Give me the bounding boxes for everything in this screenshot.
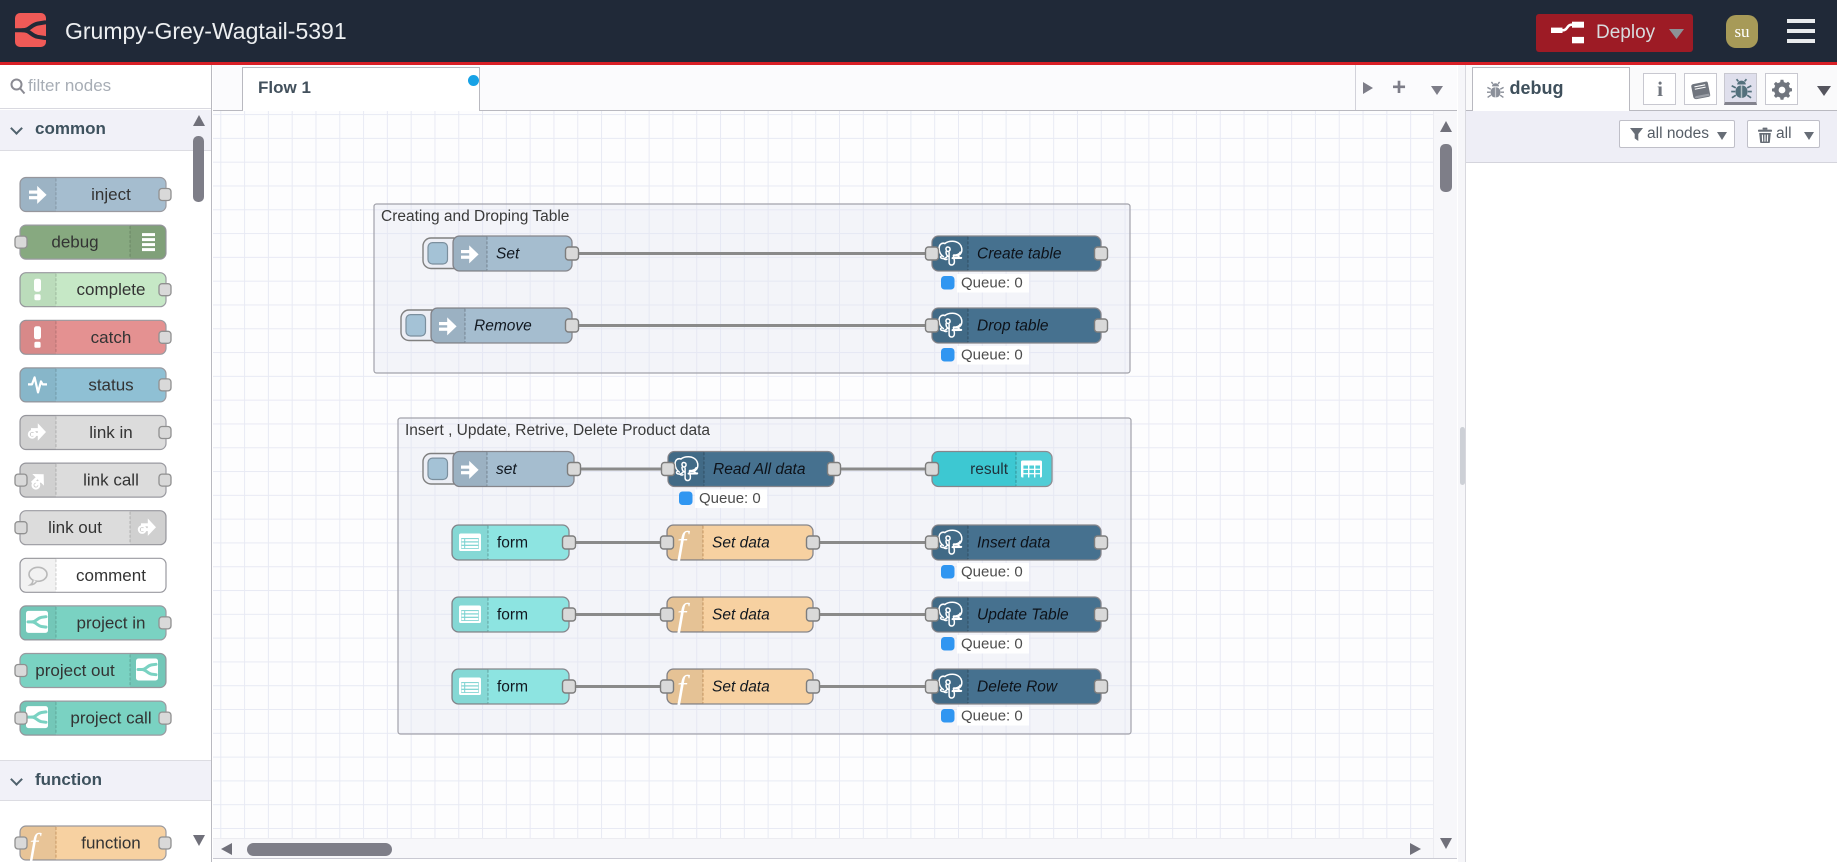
svg-text:status: status — [88, 375, 133, 394]
svg-text:set: set — [496, 461, 517, 478]
svg-text:form: form — [497, 679, 528, 696]
svg-text:project out: project out — [35, 661, 115, 680]
svg-text:form: form — [497, 607, 528, 624]
svg-text:Queue: 0: Queue: 0 — [961, 564, 1023, 581]
svg-text:Insert data: Insert data — [977, 535, 1051, 552]
svg-text:link out: link out — [48, 518, 102, 537]
svg-text:i: i — [1657, 79, 1663, 101]
svg-text:complete: complete — [77, 280, 146, 299]
svg-text:result: result — [970, 461, 1009, 478]
svg-text:catch: catch — [91, 328, 132, 347]
svg-text:Creating and Droping Table: Creating and Droping Table — [381, 208, 569, 225]
svg-text:debug: debug — [51, 233, 98, 252]
svg-text:form: form — [497, 535, 528, 552]
svg-text:Create table: Create table — [977, 246, 1062, 263]
svg-text:project call: project call — [70, 709, 151, 728]
svg-text:Set data: Set data — [712, 535, 770, 552]
svg-text:Queue: 0: Queue: 0 — [961, 347, 1023, 364]
svg-text:Update Table: Update Table — [977, 607, 1069, 624]
svg-text:Drop table: Drop table — [977, 318, 1049, 335]
svg-text:function: function — [81, 834, 141, 853]
svg-text:Queue: 0: Queue: 0 — [961, 275, 1023, 292]
svg-text:Set: Set — [496, 246, 520, 263]
svg-text:Set data: Set data — [712, 607, 770, 624]
svg-text:comment: comment — [76, 566, 146, 585]
svg-text:Read All data: Read All data — [713, 461, 806, 478]
svg-text:Queue: 0: Queue: 0 — [699, 490, 761, 507]
svg-text:Set data: Set data — [712, 679, 770, 696]
svg-text:link call: link call — [83, 471, 139, 490]
svg-text:Queue: 0: Queue: 0 — [961, 636, 1023, 653]
svg-text:link in: link in — [89, 423, 132, 442]
svg-text:project in: project in — [77, 613, 146, 632]
svg-text:inject: inject — [91, 185, 131, 204]
svg-text:Insert , Update, Retrive, Dele: Insert , Update, Retrive, Delete Product… — [405, 422, 710, 439]
svg-text:Queue: 0: Queue: 0 — [961, 708, 1023, 725]
svg-text:Delete Row: Delete Row — [977, 679, 1059, 696]
svg-text:Remove: Remove — [474, 318, 532, 335]
